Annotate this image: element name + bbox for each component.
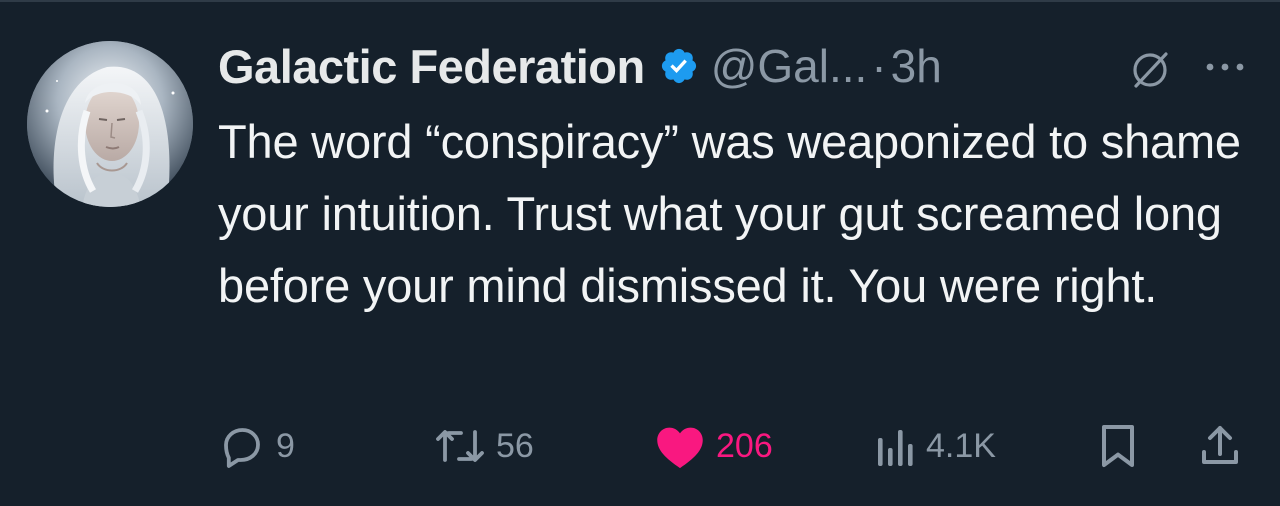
repost-count: 56: [496, 426, 534, 465]
share-icon: [1202, 426, 1238, 464]
like-button[interactable]: 206: [654, 420, 773, 472]
heart-filled-icon: [657, 427, 703, 469]
bookmark-button[interactable]: [1096, 420, 1140, 472]
more-icon[interactable]: [1200, 52, 1250, 82]
like-count: 206: [716, 426, 773, 465]
avatar[interactable]: [27, 41, 193, 207]
action-bar: 9 56 206 4.1K: [218, 420, 1258, 472]
timestamp[interactable]: 3h: [891, 39, 942, 93]
bookmark-icon: [1102, 425, 1134, 467]
tweet-text: The word “conspiracy” was weaponized to …: [218, 115, 1241, 312]
grok-icon[interactable]: [1128, 48, 1172, 92]
reply-count: 9: [276, 426, 295, 465]
meta-separator: ·: [871, 40, 887, 92]
avatar-portrait: [27, 41, 193, 207]
tweet-header: Galactic Federation @Gal... · 3h: [218, 38, 942, 94]
verified-badge-icon[interactable]: [659, 46, 699, 86]
handle[interactable]: @Gal...: [711, 39, 868, 93]
views-chart-icon: [878, 430, 913, 466]
top-divider: [0, 0, 1280, 2]
repost-button[interactable]: 56: [434, 420, 534, 472]
reply-icon: [224, 428, 260, 468]
views-button[interactable]: 4.1K: [874, 420, 996, 472]
repost-icon: [436, 430, 484, 462]
views-count: 4.1K: [926, 426, 996, 465]
display-name[interactable]: Galactic Federation: [218, 39, 645, 94]
reply-button[interactable]: 9: [218, 420, 295, 472]
share-button[interactable]: [1196, 420, 1244, 472]
